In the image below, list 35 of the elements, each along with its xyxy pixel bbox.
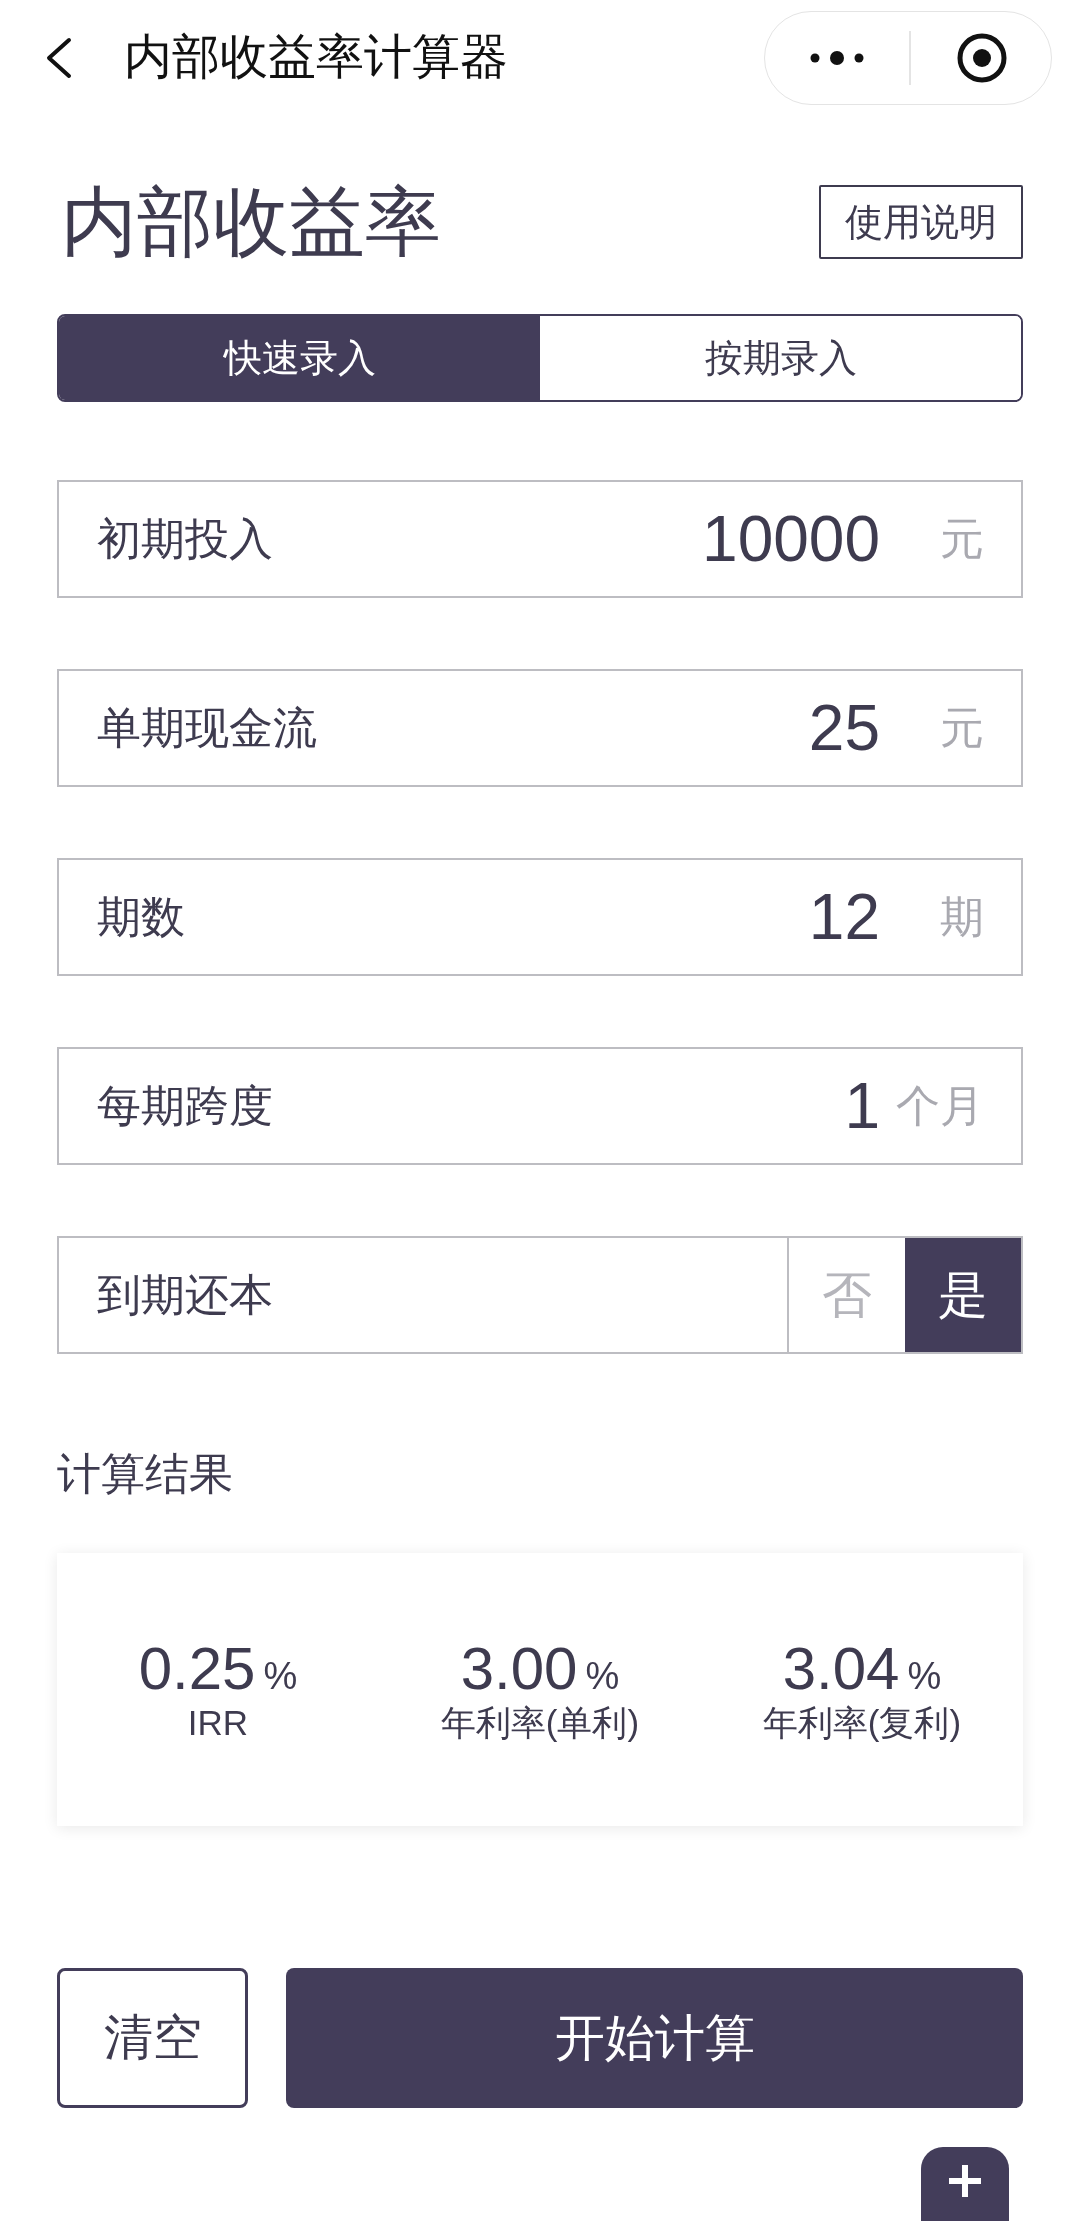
result-value: 3.00 (460, 1635, 578, 1702)
value-input[interactable]: 10000 (702, 503, 880, 575)
field-label: 每期跨度 (97, 1079, 274, 1132)
field-label: 单期现金流 (97, 701, 318, 754)
field-label: 期数 (97, 890, 186, 943)
unit-label: 元 (939, 701, 985, 754)
percent-unit: % (907, 1655, 942, 1698)
option-button[interactable]: 是 (905, 1238, 1021, 1352)
unit-label: 个月 (896, 1079, 985, 1132)
add-button[interactable] (921, 2147, 1009, 2221)
value-input[interactable]: 25 (808, 692, 880, 764)
back-icon[interactable] (45, 36, 72, 79)
result-label: 年利率(单利) (440, 1701, 640, 1744)
tab[interactable]: 快速录入 (59, 316, 540, 400)
field-label: 到期还本 (97, 1268, 274, 1321)
result-label: IRR (187, 1701, 249, 1744)
plus-icon (949, 2165, 981, 2197)
value-input[interactable]: 1 (844, 1070, 880, 1142)
result-value: 0.25 (138, 1635, 256, 1702)
unit-label: 元 (939, 512, 985, 565)
clear-button[interactable]: 清空 (57, 1968, 248, 2108)
unit-label: 期 (939, 890, 985, 943)
result-label: 年利率(复利) (762, 1701, 962, 1744)
value-input[interactable]: 12 (808, 881, 880, 953)
percent-unit: % (263, 1655, 298, 1698)
page-heading: 内部收益率 (61, 180, 441, 264)
more-icon[interactable] (810, 50, 864, 65)
page-title: 内部收益率计算器 (124, 31, 509, 84)
field-label: 初期投入 (97, 512, 274, 565)
calculate-button[interactable]: 开始计算 (286, 1968, 1023, 2108)
section-title: 计算结果 (57, 1450, 233, 1498)
result-value: 3.04 (782, 1635, 900, 1702)
help-button[interactable]: 使用说明 (819, 185, 1023, 259)
percent-unit: % (585, 1655, 620, 1698)
target-icon[interactable] (957, 32, 1007, 83)
